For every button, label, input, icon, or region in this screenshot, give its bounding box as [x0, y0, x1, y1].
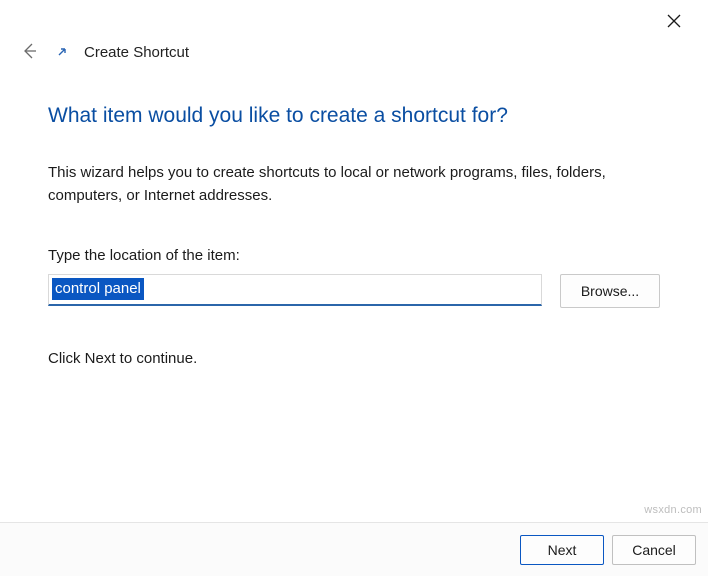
back-button[interactable] — [18, 41, 40, 63]
close-icon — [667, 14, 681, 31]
close-button[interactable] — [654, 8, 694, 36]
wizard-hint: Click Next to continue. — [48, 350, 660, 367]
location-label: Type the location of the item: — [48, 247, 660, 264]
location-input-wrap: control panel — [48, 274, 542, 308]
location-input[interactable] — [48, 274, 542, 306]
shortcut-arrow-icon — [54, 44, 70, 60]
cancel-button[interactable]: Cancel — [612, 535, 696, 565]
create-shortcut-dialog: Create Shortcut What item would you like… — [0, 0, 708, 576]
header-bar: Create Shortcut — [18, 40, 690, 64]
location-row: control panel Browse... — [48, 274, 660, 308]
dialog-title: Create Shortcut — [84, 44, 189, 61]
content-area: What item would you like to create a sho… — [48, 104, 660, 367]
wizard-description: This wizard helps you to create shortcut… — [48, 162, 660, 207]
next-button[interactable]: Next — [520, 535, 604, 565]
watermark-text: wsxdn.com — [644, 504, 702, 516]
back-arrow-icon — [20, 42, 38, 63]
dialog-footer: Next Cancel — [0, 522, 708, 576]
browse-button[interactable]: Browse... — [560, 274, 660, 308]
wizard-heading: What item would you like to create a sho… — [48, 104, 660, 128]
